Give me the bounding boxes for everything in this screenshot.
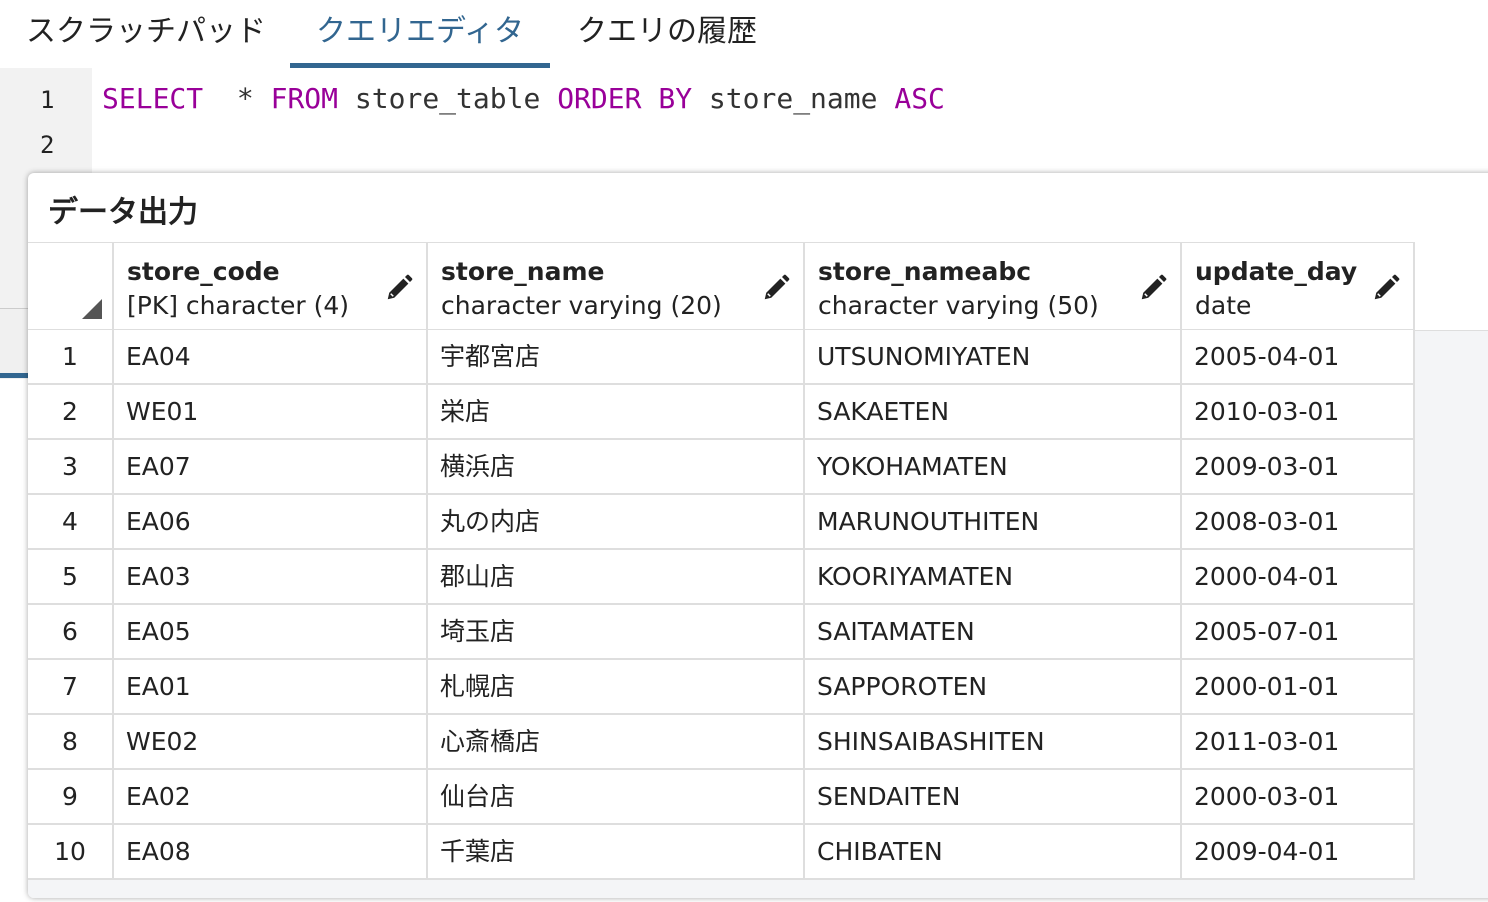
sql-keyword: ASC [894, 82, 945, 115]
lower-pane-tab-indicator [0, 373, 30, 378]
sql-keyword: SELECT [102, 82, 204, 115]
table-cell[interactable]: 2009-04-01 [1182, 825, 1415, 880]
query-tool-tabbar: スクラッチパッド クエリエディタ クエリの履歴 [0, 0, 1488, 70]
row-number-cell[interactable]: 8 [28, 715, 114, 770]
row-number-cell[interactable]: 4 [28, 495, 114, 550]
tab-query-editor[interactable]: クエリエディタ [290, 0, 550, 68]
table-cell[interactable]: 札幌店 [428, 660, 805, 715]
row-number-cell[interactable]: 10 [28, 825, 114, 880]
pencil-icon[interactable] [761, 273, 791, 303]
row-number-cell[interactable]: 9 [28, 770, 114, 825]
row-number-cell[interactable]: 7 [28, 660, 114, 715]
table-cell[interactable]: 2010-03-01 [1182, 385, 1415, 440]
data-output-panel: データ出力 store_code [PK] character (4) stor… [28, 173, 1488, 898]
column-header-store-nameabc[interactable]: store_nameabc character varying (50) [805, 242, 1182, 330]
column-name: store_code [127, 257, 280, 286]
table-cell[interactable]: SAITAMATEN [805, 605, 1182, 660]
table-cell[interactable]: 2009-03-01 [1182, 440, 1415, 495]
column-header-store-name[interactable]: store_name character varying (20) [428, 242, 805, 330]
table-cell[interactable]: 千葉店 [428, 825, 805, 880]
table-cell[interactable]: SAKAETEN [805, 385, 1182, 440]
sql-text: store_table [338, 82, 558, 115]
column-name: store_nameabc [818, 257, 1032, 286]
table-cell[interactable]: UTSUNOMIYATEN [805, 330, 1182, 385]
table-cell[interactable]: 丸の内店 [428, 495, 805, 550]
row-number-cell[interactable]: 6 [28, 605, 114, 660]
sql-keyword: ORDER BY [557, 82, 693, 115]
pencil-icon[interactable] [384, 273, 414, 303]
column-header-update-day[interactable]: update_day date [1182, 242, 1415, 330]
table-cell[interactable]: 仙台店 [428, 770, 805, 825]
column-name: store_name [441, 257, 605, 286]
pencil-icon[interactable] [1138, 273, 1168, 303]
table-row[interactable]: 10 EA08 千葉店 CHIBATEN 2009-04-01 [28, 825, 1415, 880]
table-cell[interactable]: MARUNOUTHITEN [805, 495, 1182, 550]
result-grid[interactable]: store_code [PK] character (4) store_name… [28, 242, 1488, 898]
column-name: update_day [1195, 257, 1358, 286]
table-row[interactable]: 3 EA07 横浜店 YOKOHAMATEN 2009-03-01 [28, 440, 1415, 495]
table-cell[interactable]: 2011-03-01 [1182, 715, 1415, 770]
table-cell[interactable]: 2005-04-01 [1182, 330, 1415, 385]
table-cell[interactable]: EA07 [114, 440, 428, 495]
table-row[interactable]: 9 EA02 仙台店 SENDAITEN 2000-03-01 [28, 770, 1415, 825]
row-number-cell[interactable]: 5 [28, 550, 114, 605]
table-row[interactable]: 8 WE02 心斎橋店 SHINSAIBASHITEN 2011-03-01 [28, 715, 1415, 770]
table-cell[interactable]: SHINSAIBASHITEN [805, 715, 1182, 770]
panel-title: データ出力 [48, 195, 198, 230]
sql-keyword: FROM [270, 82, 339, 115]
table-cell[interactable]: YOKOHAMATEN [805, 440, 1182, 495]
line-number: 1 [40, 86, 55, 114]
table-cell[interactable]: WE01 [114, 385, 428, 440]
table-row[interactable]: 1 EA04 宇都宮店 UTSUNOMIYATEN 2005-04-01 [28, 330, 1415, 385]
table-row[interactable]: 5 EA03 郡山店 KOORIYAMATEN 2000-04-01 [28, 550, 1415, 605]
column-header-store-code[interactable]: store_code [PK] character (4) [114, 242, 428, 330]
table-row[interactable]: 6 EA05 埼玉店 SAITAMATEN 2005-07-01 [28, 605, 1415, 660]
row-number-cell[interactable]: 3 [28, 440, 114, 495]
table-cell[interactable]: 2000-04-01 [1182, 550, 1415, 605]
lower-pane-edge [0, 308, 30, 379]
table-cell[interactable]: 栄店 [428, 385, 805, 440]
sql-text: store_name [692, 82, 895, 115]
column-type: character varying (20) [441, 291, 722, 320]
table-cell[interactable]: CHIBATEN [805, 825, 1182, 880]
table-cell[interactable]: EA05 [114, 605, 428, 660]
table-cell[interactable]: 横浜店 [428, 440, 805, 495]
line-number: 2 [40, 131, 55, 159]
column-type: date [1195, 291, 1252, 320]
table-cell[interactable]: EA03 [114, 550, 428, 605]
sql-code-line[interactable]: SELECT * FROM store_table ORDER BY store… [102, 82, 945, 115]
table-cell[interactable]: EA01 [114, 660, 428, 715]
table-cell[interactable]: 心斎橋店 [428, 715, 805, 770]
table-cell[interactable]: 郡山店 [428, 550, 805, 605]
table-cell[interactable]: EA08 [114, 825, 428, 880]
tab-query-history[interactable]: クエリの履歴 [562, 0, 772, 66]
table-cell[interactable]: 2000-01-01 [1182, 660, 1415, 715]
table-cell[interactable]: KOORIYAMATEN [805, 550, 1182, 605]
table-cell[interactable]: EA02 [114, 770, 428, 825]
table-cell[interactable]: SENDAITEN [805, 770, 1182, 825]
column-type: [PK] character (4) [127, 291, 349, 320]
table-cell[interactable]: EA06 [114, 495, 428, 550]
header-filler [1415, 242, 1488, 331]
row-number-cell[interactable]: 1 [28, 330, 114, 385]
table-row[interactable]: 4 EA06 丸の内店 MARUNOUTHITEN 2008-03-01 [28, 495, 1415, 550]
column-type: character varying (50) [818, 291, 1099, 320]
table-cell[interactable]: 2008-03-01 [1182, 495, 1415, 550]
sql-text: * [203, 82, 271, 115]
table-cell[interactable]: 埼玉店 [428, 605, 805, 660]
table-cell[interactable]: 2005-07-01 [1182, 605, 1415, 660]
table-cell[interactable]: EA04 [114, 330, 428, 385]
pencil-icon[interactable] [1371, 273, 1401, 303]
row-number-cell[interactable]: 2 [28, 385, 114, 440]
table-cell[interactable]: 宇都宮店 [428, 330, 805, 385]
table-cell[interactable]: 2000-03-01 [1182, 770, 1415, 825]
table-cell[interactable]: SAPPOROTEN [805, 660, 1182, 715]
grid-corner-cell[interactable] [28, 242, 114, 330]
select-all-corner-icon[interactable] [82, 299, 102, 319]
tab-scratch-pad[interactable]: スクラッチパッド [8, 0, 284, 66]
table-row[interactable]: 7 EA01 札幌店 SAPPOROTEN 2000-01-01 [28, 660, 1415, 715]
table-cell[interactable]: WE02 [114, 715, 428, 770]
table-row[interactable]: 2 WE01 栄店 SAKAETEN 2010-03-01 [28, 385, 1415, 440]
